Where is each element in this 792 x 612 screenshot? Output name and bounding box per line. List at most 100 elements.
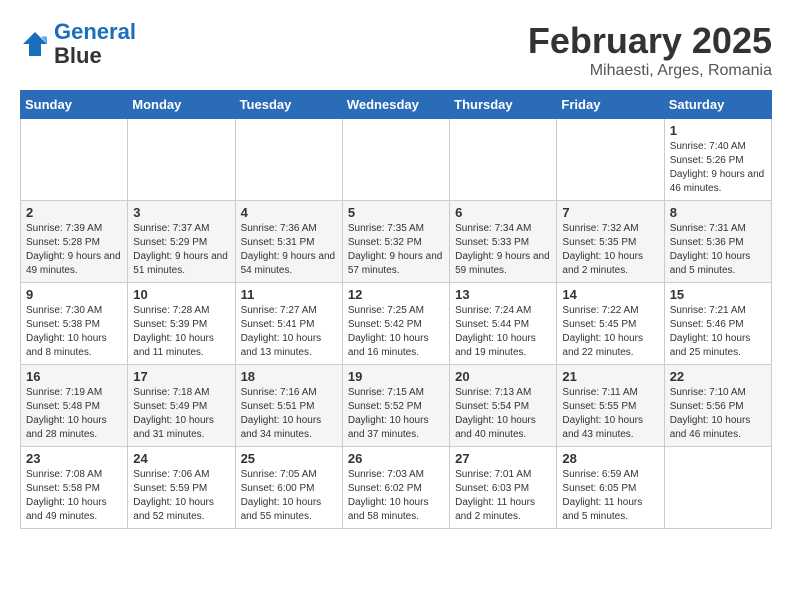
calendar-cell-w5-d6: 28 Sunrise: 6:59 AM Sunset: 6:05 PM Dayli… — [557, 447, 664, 529]
weekday-saturday: Saturday — [664, 91, 771, 119]
day-number: 27 — [455, 451, 551, 466]
calendar-cell-w3-d1: 9 Sunrise: 7:30 AM Sunset: 5:38 PM Daylig… — [21, 283, 128, 365]
day-number: 1 — [670, 123, 766, 138]
day-number: 22 — [670, 369, 766, 384]
day-info: Sunrise: 7:28 AM Sunset: 5:39 PM Dayligh… — [133, 304, 229, 360]
day-info: Sunrise: 7:34 AM Sunset: 5:33 PM Dayligh… — [455, 222, 551, 278]
calendar-cell-w4-d6: 21 Sunrise: 7:11 AM Sunset: 5:55 PM Dayli… — [557, 365, 664, 447]
day-number: 21 — [562, 369, 658, 384]
day-number: 15 — [670, 287, 766, 302]
day-info: Sunrise: 7:05 AM Sunset: 6:00 PM Dayligh… — [241, 468, 337, 524]
calendar-cell-w2-d7: 8 Sunrise: 7:31 AM Sunset: 5:36 PM Daylig… — [664, 201, 771, 283]
day-number: 12 — [348, 287, 444, 302]
day-number: 13 — [455, 287, 551, 302]
weekday-friday: Friday — [557, 91, 664, 119]
weekday-wednesday: Wednesday — [342, 91, 449, 119]
calendar-cell-w1-d3 — [235, 119, 342, 201]
logo-line2: Blue — [54, 43, 102, 68]
weekday-thursday: Thursday — [450, 91, 557, 119]
calendar-cell-w5-d1: 23 Sunrise: 7:08 AM Sunset: 5:58 PM Dayli… — [21, 447, 128, 529]
day-number: 10 — [133, 287, 229, 302]
day-number: 4 — [241, 205, 337, 220]
week-row-1: 1Sunrise: 7:40 AM Sunset: 5:26 PM Daylig… — [21, 119, 772, 201]
day-number: 24 — [133, 451, 229, 466]
day-info: Sunrise: 7:11 AM Sunset: 5:55 PM Dayligh… — [562, 386, 658, 442]
calendar-cell-w2-d3: 4 Sunrise: 7:36 AM Sunset: 5:31 PM Daylig… — [235, 201, 342, 283]
calendar-cell-w4-d2: 17 Sunrise: 7:18 AM Sunset: 5:49 PM Dayli… — [128, 365, 235, 447]
day-number: 6 — [455, 205, 551, 220]
title-block: February 2025 Mihaesti, Arges, Romania — [528, 20, 772, 80]
day-number: 25 — [241, 451, 337, 466]
day-info: Sunrise: 7:30 AM Sunset: 5:38 PM Dayligh… — [26, 304, 122, 360]
calendar-cell-w1-d6 — [557, 119, 664, 201]
calendar-cell-w3-d7: 15 Sunrise: 7:21 AM Sunset: 5:46 PM Dayli… — [664, 283, 771, 365]
week-row-4: 16 Sunrise: 7:19 AM Sunset: 5:48 PM Dayli… — [21, 365, 772, 447]
day-info: Sunrise: 7:03 AM Sunset: 6:02 PM Dayligh… — [348, 468, 444, 524]
calendar-cell-w5-d5: 27 Sunrise: 7:01 AM Sunset: 6:03 PM Dayli… — [450, 447, 557, 529]
calendar-cell-w1-d5 — [450, 119, 557, 201]
logo-icon — [20, 29, 50, 59]
calendar-cell-w2-d5: 6 Sunrise: 7:34 AM Sunset: 5:33 PM Daylig… — [450, 201, 557, 283]
day-info: Sunrise: 7:32 AM Sunset: 5:35 PM Dayligh… — [562, 222, 658, 278]
day-info: Sunrise: 7:15 AM Sunset: 5:52 PM Dayligh… — [348, 386, 444, 442]
week-row-5: 23 Sunrise: 7:08 AM Sunset: 5:58 PM Dayli… — [21, 447, 772, 529]
weekday-sunday: Sunday — [21, 91, 128, 119]
day-info: Sunrise: 6:59 AM Sunset: 6:05 PM Dayligh… — [562, 468, 658, 524]
day-number: 3 — [133, 205, 229, 220]
calendar-cell-w4-d4: 19 Sunrise: 7:15 AM Sunset: 5:52 PM Dayli… — [342, 365, 449, 447]
week-row-3: 9 Sunrise: 7:30 AM Sunset: 5:38 PM Daylig… — [21, 283, 772, 365]
day-info: Sunrise: 7:16 AM Sunset: 5:51 PM Dayligh… — [241, 386, 337, 442]
calendar-cell-w1-d1 — [21, 119, 128, 201]
day-number: 2 — [26, 205, 122, 220]
weekday-monday: Monday — [128, 91, 235, 119]
day-number: 28 — [562, 451, 658, 466]
day-info: Sunrise: 7:35 AM Sunset: 5:32 PM Dayligh… — [348, 222, 444, 278]
day-info: Sunrise: 7:08 AM Sunset: 5:58 PM Dayligh… — [26, 468, 122, 524]
calendar: SundayMondayTuesdayWednesdayThursdayFrid… — [20, 90, 772, 529]
day-info: Sunrise: 7:31 AM Sunset: 5:36 PM Dayligh… — [670, 222, 766, 278]
day-number: 17 — [133, 369, 229, 384]
day-info: Sunrise: 7:10 AM Sunset: 5:56 PM Dayligh… — [670, 386, 766, 442]
calendar-cell-w3-d6: 14 Sunrise: 7:22 AM Sunset: 5:45 PM Dayli… — [557, 283, 664, 365]
calendar-cell-w3-d3: 11Sunrise: 7:27 AM Sunset: 5:41 PM Dayli… — [235, 283, 342, 365]
day-info: Sunrise: 7:36 AM Sunset: 5:31 PM Dayligh… — [241, 222, 337, 278]
calendar-cell-w3-d4: 12 Sunrise: 7:25 AM Sunset: 5:42 PM Dayli… — [342, 283, 449, 365]
day-info: Sunrise: 7:19 AM Sunset: 5:48 PM Dayligh… — [26, 386, 122, 442]
day-number: 19 — [348, 369, 444, 384]
day-info: Sunrise: 7:39 AM Sunset: 5:28 PM Dayligh… — [26, 222, 122, 278]
day-number: 26 — [348, 451, 444, 466]
calendar-cell-w2-d1: 2 Sunrise: 7:39 AM Sunset: 5:28 PM Daylig… — [21, 201, 128, 283]
day-info: Sunrise: 7:13 AM Sunset: 5:54 PM Dayligh… — [455, 386, 551, 442]
day-info: Sunrise: 7:22 AM Sunset: 5:45 PM Dayligh… — [562, 304, 658, 360]
day-number: 9 — [26, 287, 122, 302]
day-number: 11 — [241, 287, 337, 302]
day-info: Sunrise: 7:21 AM Sunset: 5:46 PM Dayligh… — [670, 304, 766, 360]
calendar-cell-w2-d4: 5 Sunrise: 7:35 AM Sunset: 5:32 PM Daylig… — [342, 201, 449, 283]
calendar-cell-w4-d7: 22 Sunrise: 7:10 AM Sunset: 5:56 PM Dayli… — [664, 365, 771, 447]
day-info: Sunrise: 7:37 AM Sunset: 5:29 PM Dayligh… — [133, 222, 229, 278]
calendar-cell-w4-d5: 20Sunrise: 7:13 AM Sunset: 5:54 PM Dayli… — [450, 365, 557, 447]
calendar-cell-w4-d1: 16 Sunrise: 7:19 AM Sunset: 5:48 PM Dayli… — [21, 365, 128, 447]
weekday-tuesday: Tuesday — [235, 91, 342, 119]
day-info: Sunrise: 7:01 AM Sunset: 6:03 PM Dayligh… — [455, 468, 551, 524]
day-number: 23 — [26, 451, 122, 466]
calendar-cell-w1-d7: 1Sunrise: 7:40 AM Sunset: 5:26 PM Daylig… — [664, 119, 771, 201]
day-number: 16 — [26, 369, 122, 384]
day-number: 5 — [348, 205, 444, 220]
calendar-cell-w4-d3: 18 Sunrise: 7:16 AM Sunset: 5:51 PM Dayli… — [235, 365, 342, 447]
day-info: Sunrise: 7:06 AM Sunset: 5:59 PM Dayligh… — [133, 468, 229, 524]
calendar-cell-w3-d5: 13 Sunrise: 7:24 AM Sunset: 5:44 PM Dayli… — [450, 283, 557, 365]
calendar-cell-w2-d2: 3 Sunrise: 7:37 AM Sunset: 5:29 PM Daylig… — [128, 201, 235, 283]
day-number: 8 — [670, 205, 766, 220]
calendar-cell-w3-d2: 10 Sunrise: 7:28 AM Sunset: 5:39 PM Dayli… — [128, 283, 235, 365]
day-info: Sunrise: 7:25 AM Sunset: 5:42 PM Dayligh… — [348, 304, 444, 360]
calendar-cell-w2-d6: 7Sunrise: 7:32 AM Sunset: 5:35 PM Daylig… — [557, 201, 664, 283]
calendar-cell-w1-d4 — [342, 119, 449, 201]
day-info: Sunrise: 7:24 AM Sunset: 5:44 PM Dayligh… — [455, 304, 551, 360]
logo-text: General Blue — [54, 20, 136, 68]
day-number: 14 — [562, 287, 658, 302]
page-header: General Blue February 2025 Mihaesti, Arg… — [20, 20, 772, 80]
day-number: 18 — [241, 369, 337, 384]
calendar-cell-w5-d3: 25 Sunrise: 7:05 AM Sunset: 6:00 PM Dayli… — [235, 447, 342, 529]
day-info: Sunrise: 7:18 AM Sunset: 5:49 PM Dayligh… — [133, 386, 229, 442]
